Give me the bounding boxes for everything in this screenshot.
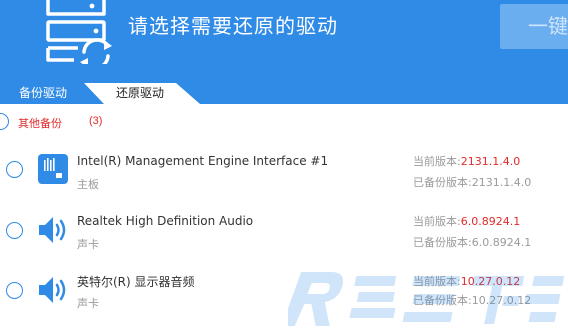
backup-version: 已备份版本:2131.1.4.0 xyxy=(413,174,531,190)
driver-category: 主板 xyxy=(77,178,99,191)
group-count: (3) xyxy=(89,115,103,127)
backup-version-label: 已备份版本: xyxy=(413,236,472,249)
tab-bar: 备份驱动 还原驱动 xyxy=(0,83,568,104)
server-restore-icon xyxy=(46,0,112,64)
page-title: 请选择需要还原的驱动 xyxy=(128,14,338,38)
driver-category: 声卡 xyxy=(77,297,99,310)
driver-name: 英特尔(R) 显示器音频 xyxy=(77,275,195,289)
driver-name: Intel(R) Management Engine Interface #1 xyxy=(77,154,329,168)
group-select-radio[interactable] xyxy=(0,113,9,130)
speaker-icon xyxy=(39,277,66,303)
site-watermark-logo xyxy=(288,272,565,326)
backup-version-value: 6.0.8924.1 xyxy=(471,236,532,249)
tab-backup-drivers[interactable]: 备份驱动 xyxy=(0,83,88,104)
current-version: 当前版本:6.0.8924.1 xyxy=(413,213,520,229)
current-version: 当前版本:2131.1.4.0 xyxy=(413,153,520,169)
driver-row[interactable]: Intel(R) Management Engine Interface #1 … xyxy=(0,145,568,205)
driver-category: 声卡 xyxy=(77,238,99,251)
current-version-label: 当前版本: xyxy=(413,155,461,168)
current-version-value: 6.0.8924.1 xyxy=(460,215,521,228)
current-version-value: 2131.1.4.0 xyxy=(460,155,521,168)
driver-row[interactable]: Realtek High Definition Audio 声卡 当前版本:6.… xyxy=(0,206,568,266)
motherboard-icon xyxy=(38,154,68,184)
speaker-icon xyxy=(39,217,66,243)
driver-select-radio[interactable] xyxy=(6,161,23,178)
backup-version: 已备份版本:6.0.8924.1 xyxy=(413,234,531,250)
current-version-label: 当前版本: xyxy=(413,215,461,228)
backup-version-value: 2131.1.4.0 xyxy=(471,176,532,189)
driver-select-radio[interactable] xyxy=(6,222,23,239)
tab-restore-drivers[interactable]: 还原驱动 xyxy=(84,83,200,104)
backup-version-label: 已备份版本: xyxy=(413,176,472,189)
group-label: 其他备份 xyxy=(18,117,62,130)
one-click-restore-button[interactable]: 一键 xyxy=(500,4,568,49)
tab-restore-label: 还原驱动 xyxy=(116,86,165,100)
header-bar: 请选择需要还原的驱动 一键 xyxy=(0,0,568,83)
backup-group-header: 其他备份 (3) xyxy=(0,111,568,133)
driver-select-radio[interactable] xyxy=(6,282,23,299)
driver-name: Realtek High Definition Audio xyxy=(77,214,254,228)
